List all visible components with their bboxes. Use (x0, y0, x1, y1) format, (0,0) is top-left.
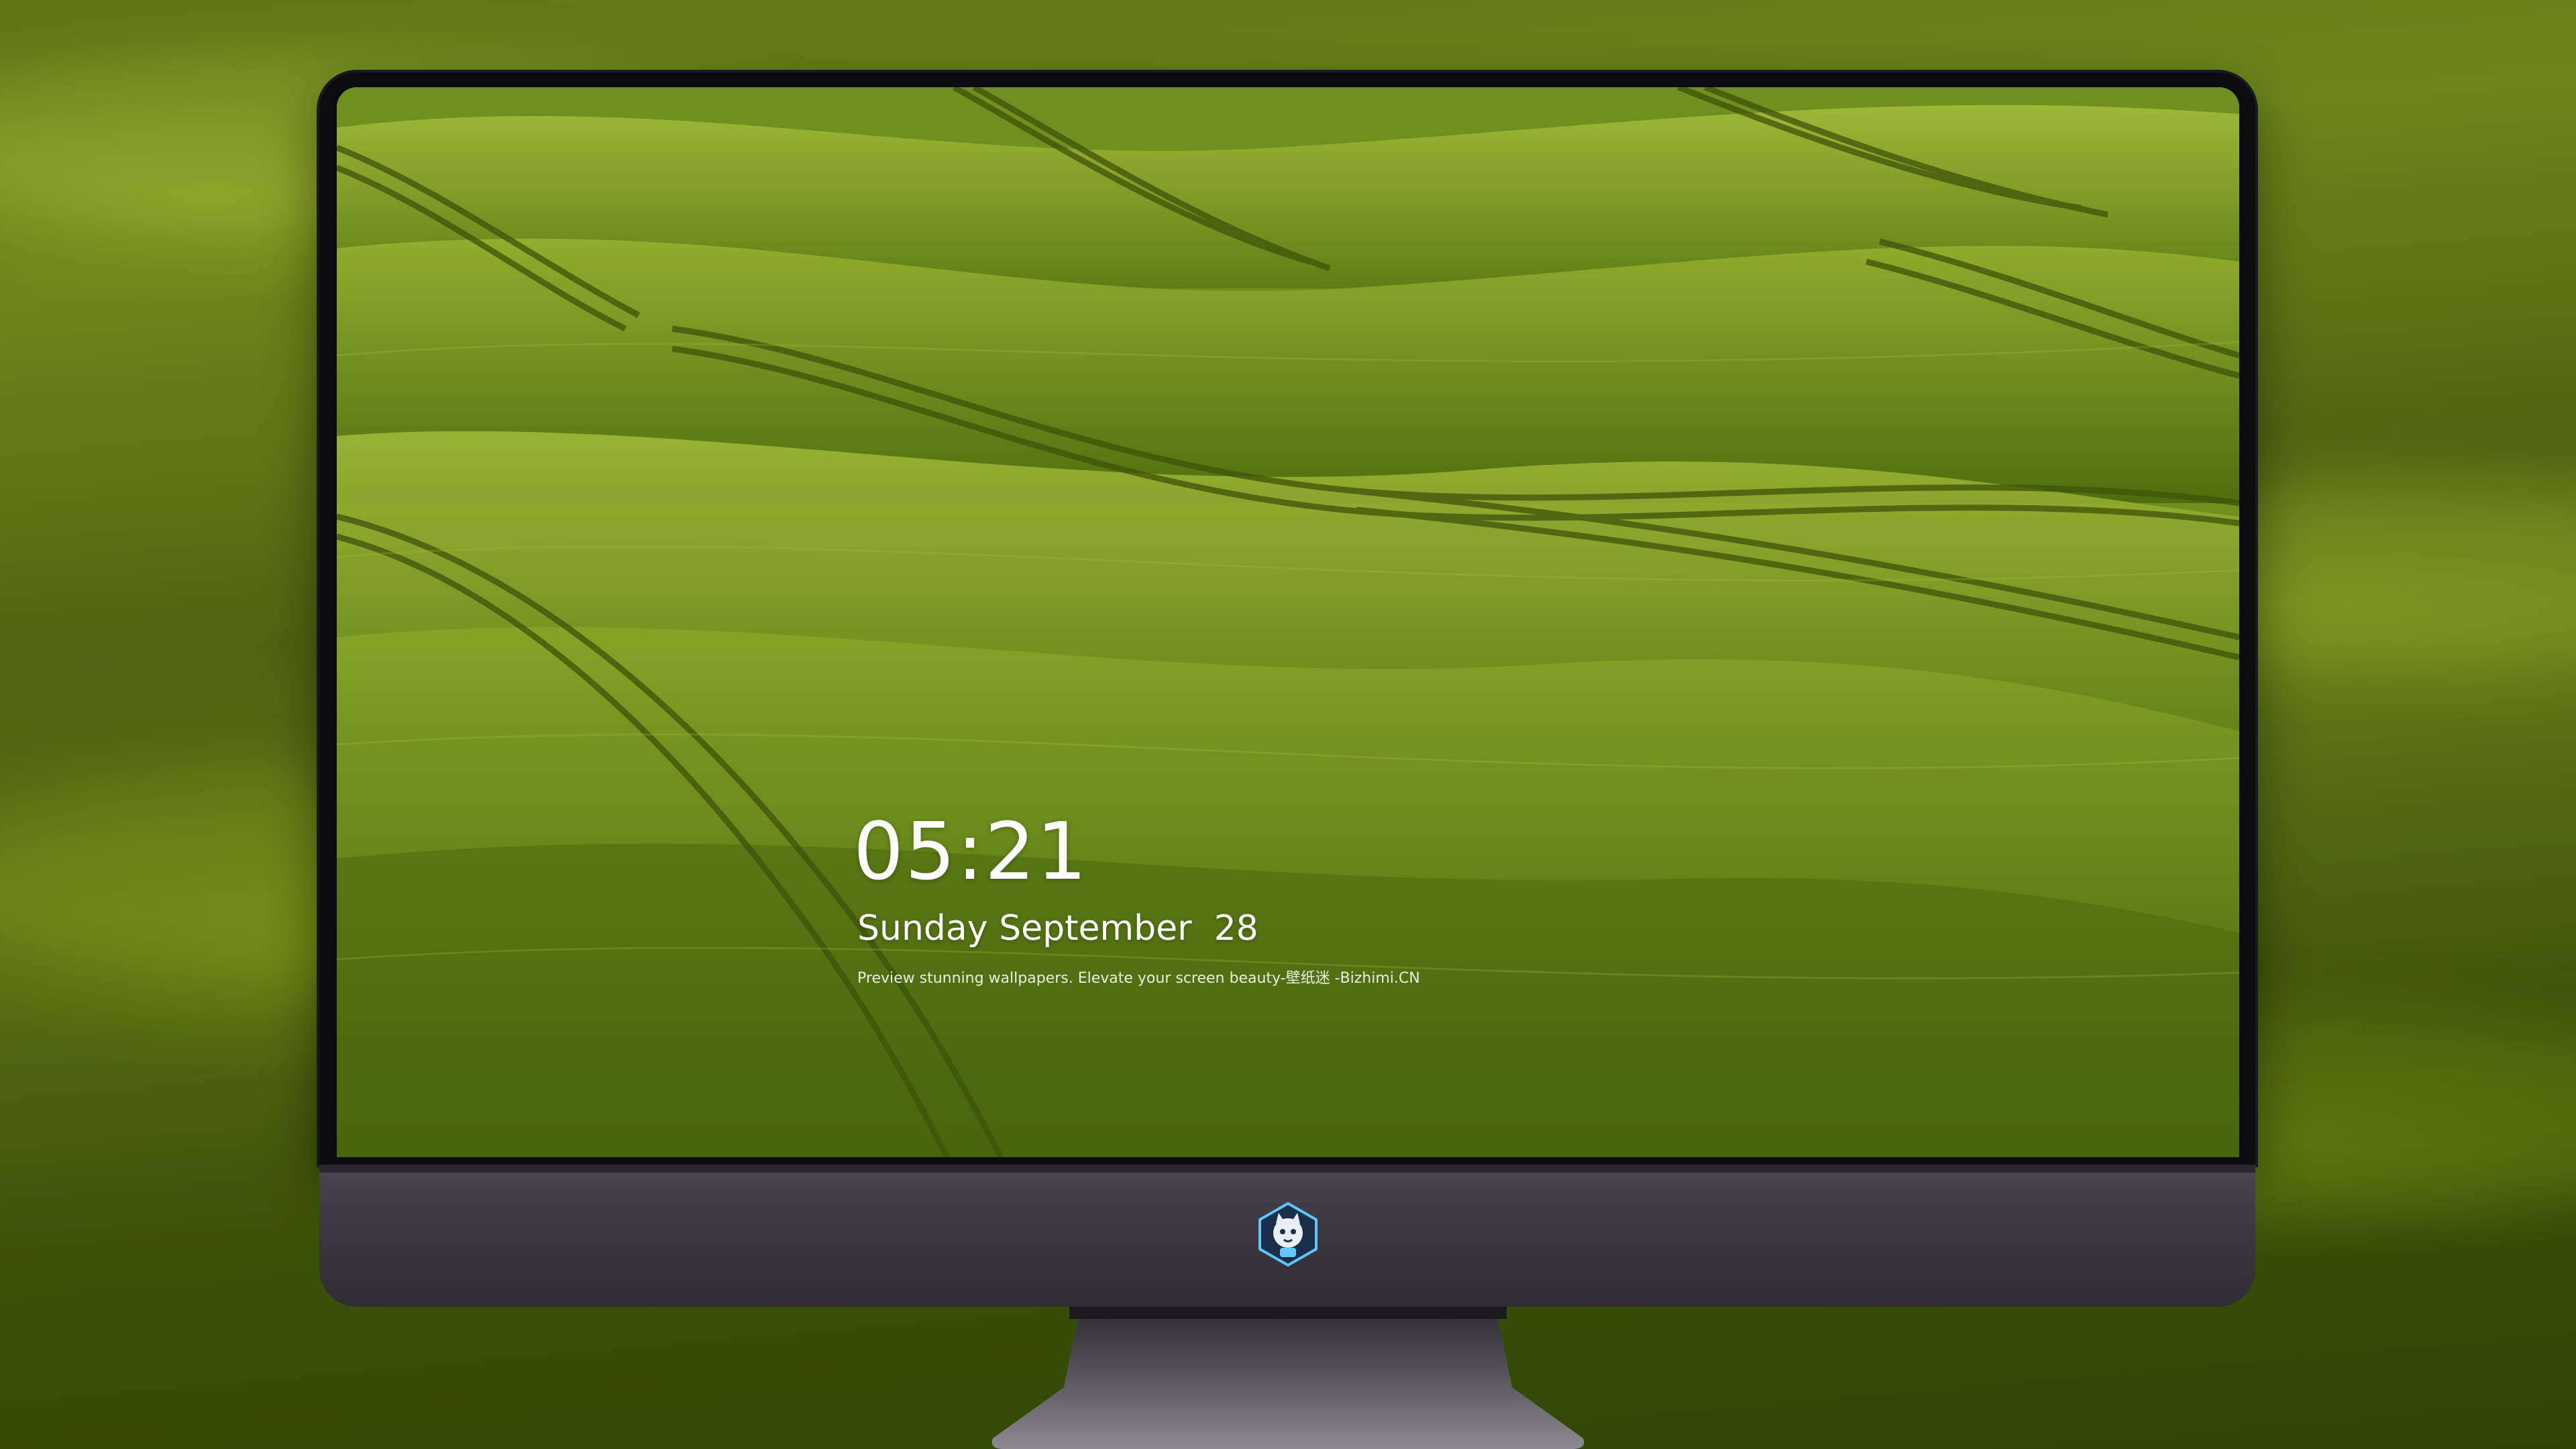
desktop-background: 05:21 Sunday September 28 Preview stunni… (0, 0, 2576, 1449)
lockscreen-time: 05:21 (853, 805, 1089, 898)
monitor-bezel: 05:21 Sunday September 28 Preview stunni… (319, 72, 2255, 1165)
imac-monitor: 05:21 Sunday September 28 Preview stunni… (319, 72, 2255, 1307)
grass-hills-wallpaper (337, 87, 2239, 1157)
monitor-stand (989, 1307, 1587, 1449)
mascot-logo-icon (1254, 1201, 1322, 1268)
lockscreen-tagline: Preview stunning wallpapers. Elevate you… (857, 970, 1420, 987)
monitor-screen: 05:21 Sunday September 28 Preview stunni… (337, 87, 2239, 1157)
monitor-chin-edge (319, 1165, 2255, 1173)
lockscreen-date: Sunday September 28 (857, 908, 1258, 949)
